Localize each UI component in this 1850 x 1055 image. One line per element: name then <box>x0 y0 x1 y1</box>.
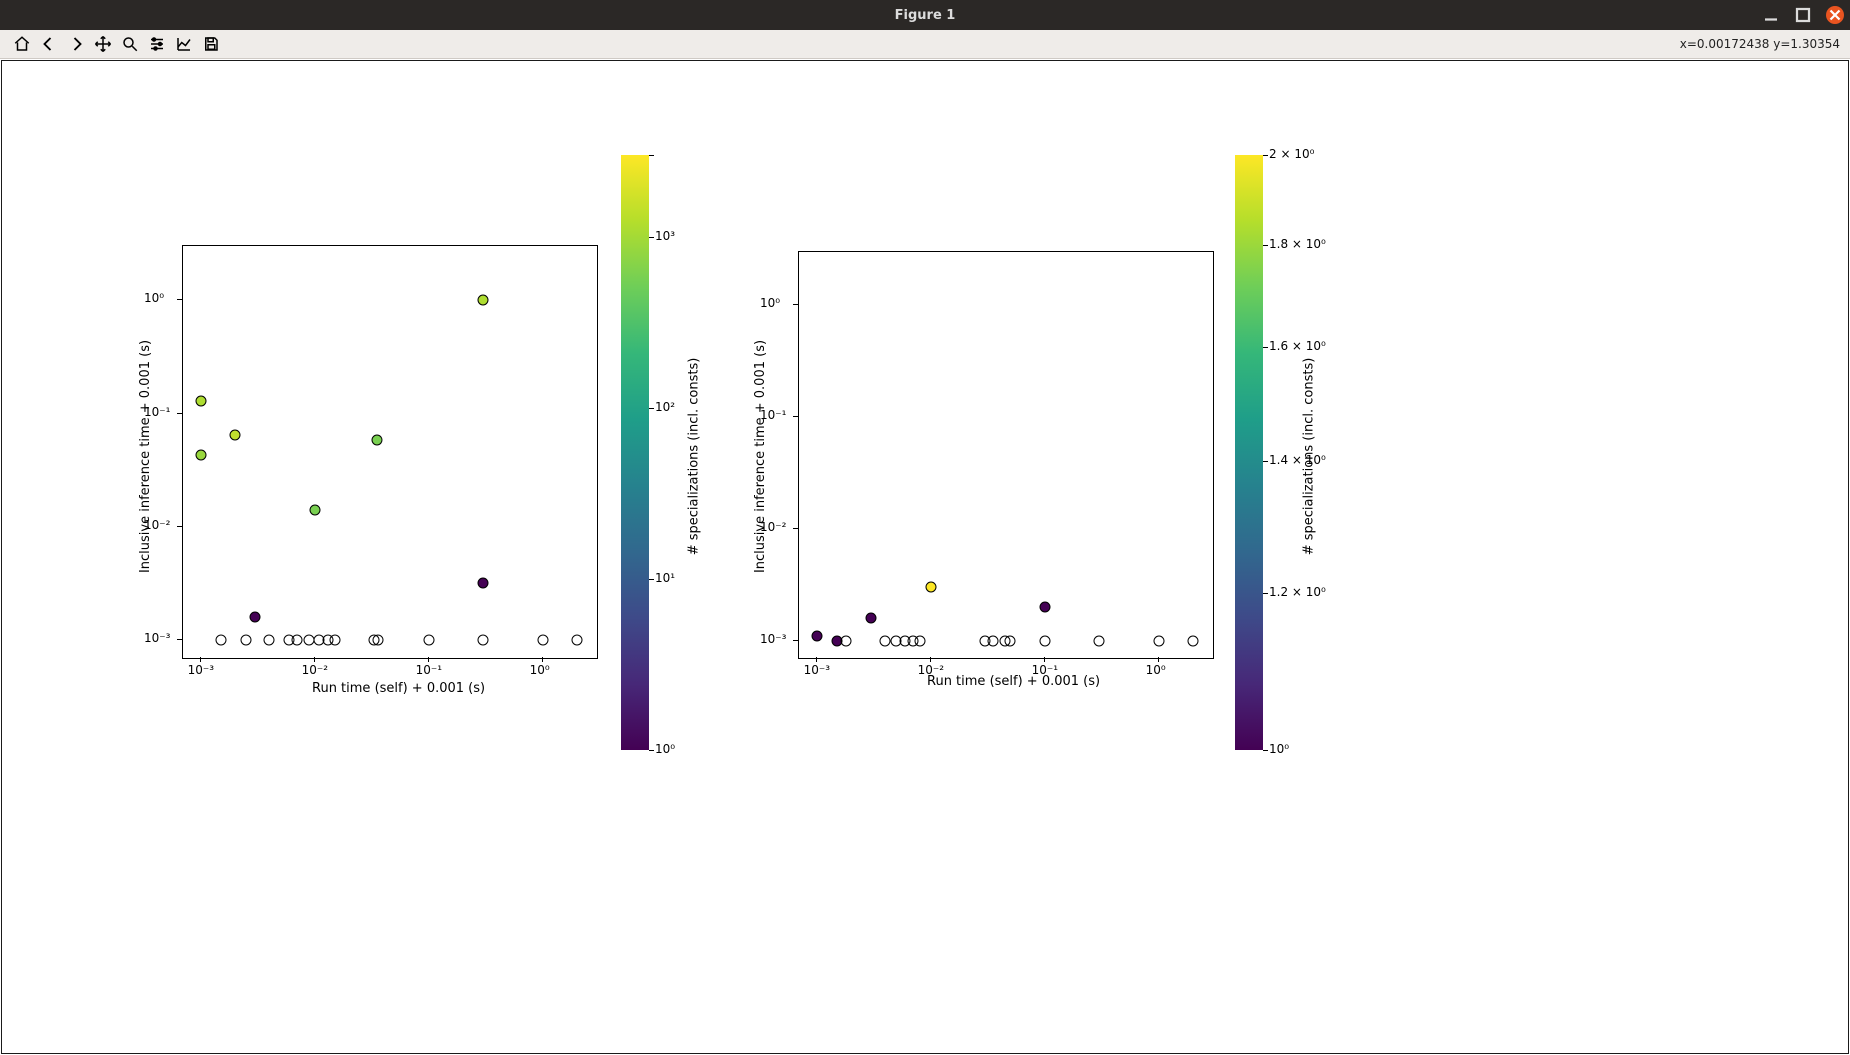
data-point <box>1153 635 1164 646</box>
minimize-button[interactable] <box>1762 6 1780 24</box>
data-point <box>195 450 206 461</box>
colorbar-tick-label: 1.4 × 10⁰ <box>1269 453 1326 467</box>
xtick-label: 10⁻³ <box>188 663 214 677</box>
axes-editor-icon[interactable] <box>170 32 197 56</box>
data-point <box>195 395 206 406</box>
colorbar-right[interactable] <box>1235 155 1263 750</box>
data-point <box>1094 635 1105 646</box>
colorbar-tick-label: 1.2 × 10⁰ <box>1269 585 1326 599</box>
colorbar-tick-label: 10³ <box>655 229 675 243</box>
window-titlebar: Figure 1 <box>0 0 1850 30</box>
xtick-label: 10⁻² <box>918 663 944 677</box>
xtick-label: 10⁻³ <box>804 663 830 677</box>
data-point <box>537 635 548 646</box>
save-icon[interactable] <box>197 32 224 56</box>
configure-icon[interactable] <box>143 32 170 56</box>
ytick-label: 10⁰ <box>760 296 780 310</box>
data-point <box>229 429 240 440</box>
data-point <box>241 635 252 646</box>
colorbar-tick-label: 10¹ <box>655 571 675 585</box>
pan-icon[interactable] <box>89 32 116 56</box>
colorbar-label-left: # specializations (incl. consts) <box>686 358 701 556</box>
data-point <box>291 635 302 646</box>
close-button[interactable] <box>1826 6 1844 24</box>
data-point <box>1187 635 1198 646</box>
colorbar-tick-label: 1.8 × 10⁰ <box>1269 237 1326 251</box>
data-point <box>250 612 261 623</box>
ytick-label: 10⁻² <box>144 518 170 532</box>
data-point <box>987 635 998 646</box>
colorbar-tick-label: 2 × 10⁰ <box>1269 147 1314 161</box>
colorbar-left[interactable] <box>621 155 649 750</box>
data-point <box>478 295 489 306</box>
data-point <box>371 435 382 446</box>
matplotlib-toolbar: x=0.00172438 y=1.30354 <box>0 30 1850 59</box>
data-point <box>373 635 384 646</box>
ylabel-right: Inclusive inference time + 0.001 (s) <box>753 340 768 573</box>
data-point <box>840 635 851 646</box>
xtick-label: 10⁰ <box>1146 663 1166 677</box>
data-point <box>1005 635 1016 646</box>
forward-icon[interactable] <box>62 32 89 56</box>
xtick-label: 10⁻¹ <box>416 663 442 677</box>
zoom-icon[interactable] <box>116 32 143 56</box>
ytick-label: 10⁻¹ <box>144 405 170 419</box>
data-point <box>1039 602 1050 613</box>
data-point <box>571 635 582 646</box>
xtick-label: 10⁻² <box>302 663 328 677</box>
data-point <box>1039 635 1050 646</box>
axes-right[interactable] <box>798 251 1214 659</box>
data-point <box>478 635 489 646</box>
data-point <box>264 635 275 646</box>
colorbar-tick-label: 10⁰ <box>655 742 675 756</box>
data-point <box>811 631 822 642</box>
data-point <box>478 578 489 589</box>
xlabel-right: Run time (self) + 0.001 (s) <box>927 674 1100 689</box>
cursor-status: x=0.00172438 y=1.30354 <box>1680 37 1840 51</box>
maximize-button[interactable] <box>1794 6 1812 24</box>
data-point <box>423 635 434 646</box>
home-icon[interactable] <box>8 32 35 56</box>
ylabel-left: Inclusive inference time + 0.001 (s) <box>138 340 153 573</box>
ytick-label: 10⁰ <box>144 291 164 305</box>
colorbar-tick-label: 10⁰ <box>1269 742 1289 756</box>
data-point <box>914 635 925 646</box>
data-point <box>925 582 936 593</box>
xtick-label: 10⁻¹ <box>1032 663 1058 677</box>
ytick-label: 10⁻³ <box>144 631 170 645</box>
ytick-label: 10⁻¹ <box>760 408 786 422</box>
colorbar-tick-label: 10² <box>655 400 675 414</box>
colorbar-tick-label: 1.6 × 10⁰ <box>1269 339 1326 353</box>
window-title: Figure 1 <box>895 8 956 23</box>
data-point <box>880 635 891 646</box>
data-point <box>309 505 320 516</box>
ytick-label: 10⁻² <box>760 520 786 534</box>
ytick-label: 10⁻³ <box>760 632 786 646</box>
axes-left[interactable] <box>182 245 598 659</box>
xlabel-left: Run time (self) + 0.001 (s) <box>312 681 485 696</box>
back-icon[interactable] <box>35 32 62 56</box>
data-point <box>329 635 340 646</box>
data-point <box>215 635 226 646</box>
figure-canvas[interactable]: Inclusive inference time + 0.001 (s) Run… <box>1 60 1849 1054</box>
xtick-label: 10⁰ <box>530 663 550 677</box>
data-point <box>866 612 877 623</box>
